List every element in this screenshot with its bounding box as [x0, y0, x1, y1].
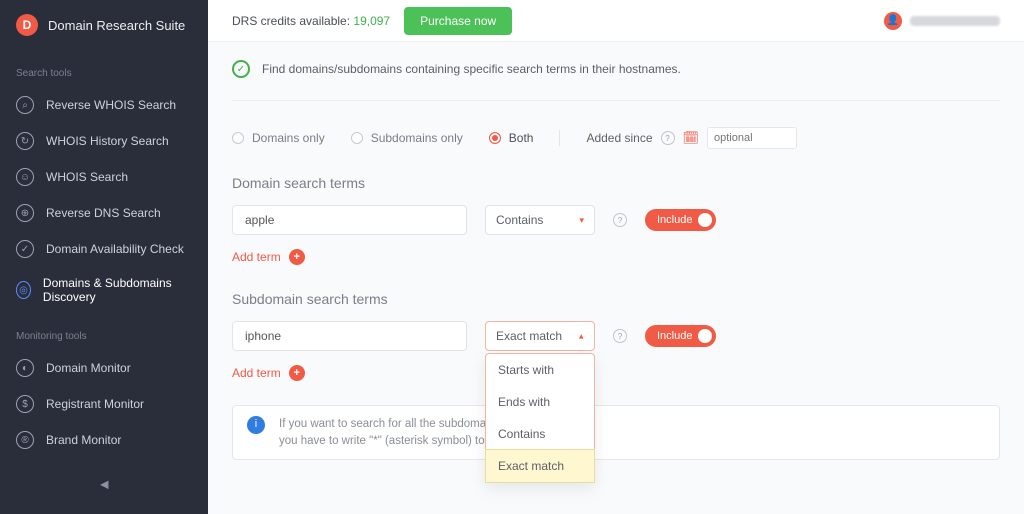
sidebar-item-availability[interactable]: ✓ Domain Availability Check: [0, 231, 208, 267]
chevron-left-icon: ▶: [100, 479, 108, 492]
calendar-icon[interactable]: 🗓: [683, 130, 700, 146]
toggle-knob-icon: [698, 329, 712, 343]
topbar: DRS credits available: 19,097 Purchase n…: [208, 0, 1024, 42]
sidebar-item-reverse-whois[interactable]: ⌕ Reverse WHOIS Search: [0, 87, 208, 123]
sidebar-item-label: WHOIS History Search: [46, 134, 169, 148]
subdomain-term-row: Exact match ▾ ? Include: [232, 321, 1000, 351]
sidebar-item-whois-search[interactable]: ☺ WHOIS Search: [0, 159, 208, 195]
user-menu[interactable]: 👤: [884, 12, 1000, 30]
added-since-label: Added since: [586, 131, 652, 145]
toggle-label: Include: [657, 330, 692, 342]
person-icon: ☺: [16, 168, 34, 186]
chevron-up-icon: ▾: [579, 331, 584, 342]
radio-label: Both: [509, 131, 534, 145]
radio-domains-only[interactable]: Domains only: [232, 131, 325, 145]
sidebar-section-monitor-label: Monitoring tools: [0, 313, 208, 350]
dropdown-option-ends-with[interactable]: Ends with: [486, 386, 594, 418]
domain-add-term-button[interactable]: Add term +: [232, 235, 1000, 285]
sidebar-item-label: Domains & Subdomains Discovery: [43, 276, 192, 304]
toggle-label: Include: [657, 214, 692, 226]
toggle-knob-icon: [698, 213, 712, 227]
sidebar-collapse-button[interactable]: ▶: [0, 465, 208, 514]
check-circle-icon: ✓: [232, 60, 250, 78]
sidebar-item-label: Reverse WHOIS Search: [46, 98, 176, 112]
history-icon: ↻: [16, 132, 34, 150]
plus-circle-icon: +: [289, 365, 305, 381]
help-icon[interactable]: ?: [613, 213, 627, 227]
radio-label: Domains only: [252, 131, 325, 145]
description-text: Find domains/subdomains containing speci…: [262, 62, 681, 76]
subdomain-terms-title: Subdomain search terms: [232, 285, 1000, 321]
scope-row: Domains only Subdomains only Both Added …: [232, 101, 1000, 169]
check-icon: ✓: [16, 240, 34, 258]
user-name: [910, 16, 1000, 26]
radio-dot-icon: [232, 132, 244, 144]
sidebar-item-label: Reverse DNS Search: [46, 206, 161, 220]
radio-dot-icon: [489, 132, 501, 144]
domain-match-select[interactable]: Contains ▾: [485, 205, 595, 235]
domain-terms-title: Domain search terms: [232, 169, 1000, 205]
content: ✓ Find domains/subdomains containing spe…: [208, 42, 1024, 514]
page-description: ✓ Find domains/subdomains containing spe…: [232, 60, 1000, 101]
domain-term-row: Contains ▾ ? Include: [232, 205, 1000, 235]
sidebar-item-registrant-monitor[interactable]: $ Registrant Monitor: [0, 386, 208, 422]
sidebar-item-label: Domain Availability Check: [46, 242, 184, 256]
user-avatar-icon: 👤: [884, 12, 902, 30]
sidebar-item-domains-subdomains[interactable]: ◎ Domains & Subdomains Discovery: [0, 267, 208, 313]
brand-icon: ®: [16, 431, 34, 449]
radio-both[interactable]: Both: [489, 131, 534, 145]
sidebar-item-whois-history[interactable]: ↻ WHOIS History Search: [0, 123, 208, 159]
credits-label: DRS credits available: 19,097: [232, 14, 390, 28]
brand-logo-icon: D: [16, 14, 38, 36]
sidebar-item-brand-monitor[interactable]: ® Brand Monitor: [0, 422, 208, 458]
credits-value: 19,097: [353, 14, 390, 28]
select-value: Exact match: [496, 329, 562, 343]
add-term-label: Add term: [232, 366, 281, 380]
domain-include-toggle[interactable]: Include: [645, 209, 716, 231]
sidebar-item-label: Brand Monitor: [46, 433, 121, 447]
discovery-icon: ◎: [16, 281, 31, 299]
subdomain-include-toggle[interactable]: Include: [645, 325, 716, 347]
help-icon[interactable]: ?: [661, 131, 675, 145]
add-term-label: Add term: [232, 250, 281, 264]
sidebar-item-domain-monitor[interactable]: ◐ Domain Monitor: [0, 350, 208, 386]
sidebar-item-label: Domain Monitor: [46, 361, 131, 375]
subdomain-add-term-button[interactable]: Add term +: [232, 351, 1000, 401]
subdomain-term-input[interactable]: [232, 321, 467, 351]
sidebar-item-reverse-dns[interactable]: ⊕ Reverse DNS Search: [0, 195, 208, 231]
brand: D Domain Research Suite: [0, 14, 208, 50]
divider: [559, 130, 560, 146]
match-type-dropdown: Starts with Ends with Contains Exact mat…: [485, 353, 595, 483]
dropdown-option-starts-with[interactable]: Starts with: [486, 354, 594, 386]
monitor-icon: ◐: [16, 359, 34, 377]
chevron-down-icon: ▾: [579, 215, 584, 226]
select-value: Contains: [496, 213, 543, 227]
sidebar-item-label: WHOIS Search: [46, 170, 128, 184]
dropdown-option-exact-match[interactable]: Exact match: [486, 450, 594, 482]
purchase-button[interactable]: Purchase now: [404, 7, 512, 35]
plus-circle-icon: +: [289, 249, 305, 265]
main: DRS credits available: 19,097 Purchase n…: [208, 0, 1024, 514]
tip-box: i If you want to search for all the subd…: [232, 405, 1000, 460]
globe-icon: ⌕: [16, 96, 34, 114]
added-since-input[interactable]: [707, 127, 797, 149]
domain-term-input[interactable]: [232, 205, 467, 235]
brand-title: Domain Research Suite: [48, 18, 185, 33]
dropdown-option-contains[interactable]: Contains: [486, 418, 594, 450]
radio-label: Subdomains only: [371, 131, 463, 145]
sidebar-item-label: Registrant Monitor: [46, 397, 144, 411]
registrant-icon: $: [16, 395, 34, 413]
sidebar: D Domain Research Suite Search tools ⌕ R…: [0, 0, 208, 514]
radio-subdomains-only[interactable]: Subdomains only: [351, 131, 463, 145]
info-icon: i: [247, 416, 265, 434]
subdomain-match-select[interactable]: Exact match ▾: [485, 321, 595, 351]
added-since-group: Added since ? 🗓: [586, 127, 797, 149]
sidebar-section-search-label: Search tools: [0, 50, 208, 87]
help-icon[interactable]: ?: [613, 329, 627, 343]
radio-dot-icon: [351, 132, 363, 144]
globe-grid-icon: ⊕: [16, 204, 34, 222]
